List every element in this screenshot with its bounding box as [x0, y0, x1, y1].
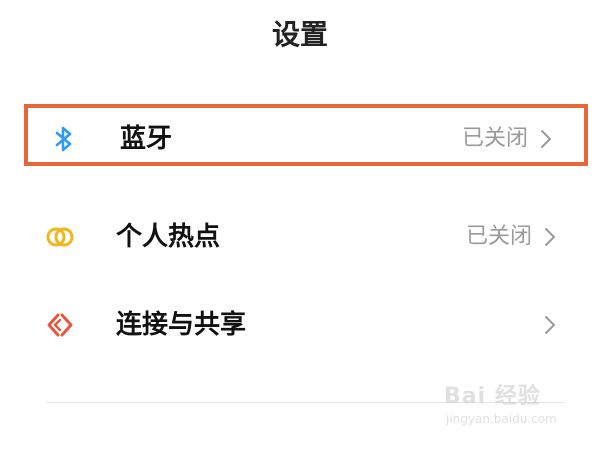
- settings-item-label: 连接与共享: [116, 310, 247, 340]
- bluetooth-icon: [55, 126, 72, 152]
- settings-item-bluetooth[interactable]: 蓝牙 已关闭: [24, 104, 588, 166]
- status-text: 已关闭: [465, 224, 532, 249]
- chevron-right-icon: [545, 228, 555, 246]
- watermark-subtext: jingyan.baidu.com: [446, 412, 557, 426]
- settings-item-hotspot[interactable]: 个人热点 已关闭: [24, 206, 588, 268]
- hotspot-icon: [46, 227, 74, 247]
- settings-item-connection-sharing[interactable]: 连接与共享: [24, 294, 588, 356]
- chevron-right-icon: [545, 316, 555, 334]
- settings-item-label: 蓝牙: [120, 124, 173, 154]
- status-text: 已关闭: [461, 126, 528, 151]
- watermark-text: Bai 经验: [444, 384, 541, 409]
- settings-item-label: 个人热点: [116, 222, 221, 252]
- share-icon: [47, 313, 73, 337]
- page-title: 设置: [271, 18, 328, 51]
- watermark-logo: Bai 经验 jingyan.baidu.com: [438, 376, 578, 436]
- chevron-right-icon: [541, 130, 551, 148]
